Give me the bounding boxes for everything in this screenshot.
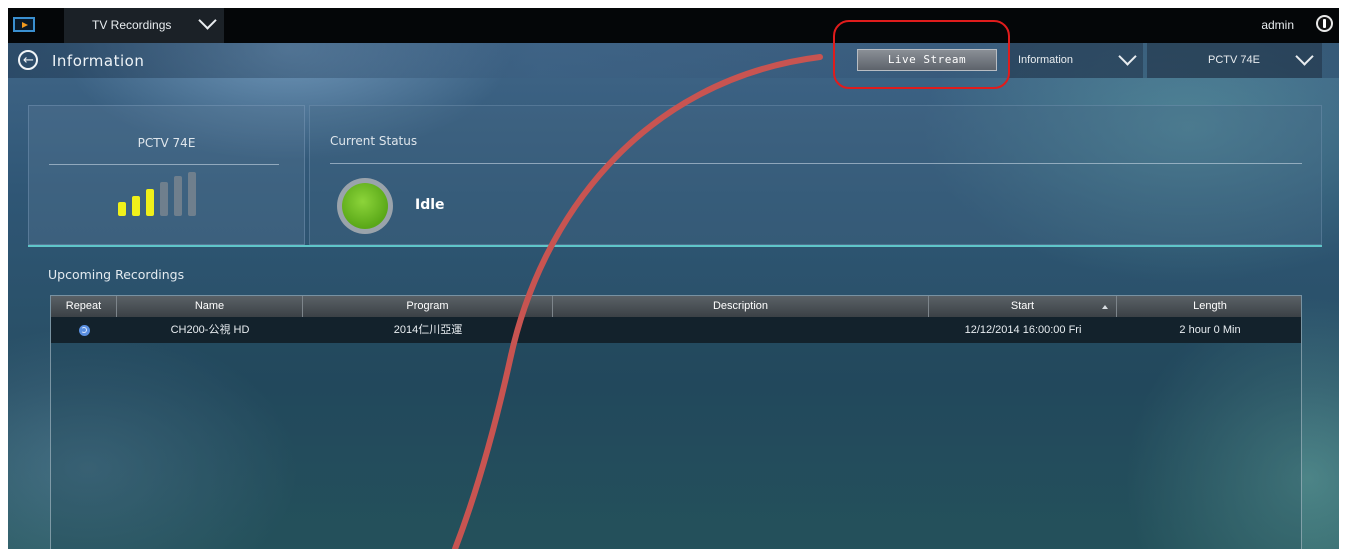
- device-dropdown-label: PCTV 74E: [1208, 54, 1260, 66]
- chevron-down-icon: [198, 11, 217, 30]
- signal-bar: [146, 189, 154, 216]
- column-header-start[interactable]: Start: [929, 296, 1117, 317]
- status-value: Idle: [415, 197, 445, 213]
- user-icon[interactable]: [1316, 15, 1333, 32]
- upcoming-recordings-title: Upcoming Recordings: [48, 267, 185, 282]
- app-switcher-dropdown[interactable]: TV Recordings: [64, 8, 224, 43]
- signal-bar: [118, 202, 126, 216]
- highlight-circle: [833, 20, 1010, 89]
- sort-ascending-icon[interactable]: [1102, 305, 1108, 309]
- user-name[interactable]: admin: [1261, 18, 1294, 32]
- recordings-table: Repeat Name Program Description Start Le…: [50, 295, 1302, 549]
- chevron-down-icon: [1295, 47, 1314, 66]
- column-header-repeat[interactable]: Repeat: [51, 296, 117, 317]
- divider: [49, 164, 279, 165]
- signal-bar: [132, 196, 140, 216]
- description-cell: [553, 317, 929, 343]
- signal-bar: [188, 172, 196, 216]
- repeat-cell: [51, 317, 117, 343]
- column-header-name[interactable]: Name: [117, 296, 303, 317]
- view-dropdown-label: Information: [1018, 54, 1074, 66]
- app-switcher-label: TV Recordings: [92, 18, 172, 32]
- table-header: Repeat Name Program Description Start Le…: [51, 296, 1301, 317]
- status-light: [342, 183, 388, 229]
- app-frame: TV Recordings admin ← Information Inform…: [8, 8, 1339, 549]
- status-label: Current Status: [330, 134, 418, 148]
- column-header-length[interactable]: Length: [1117, 296, 1303, 317]
- section-divider: [28, 245, 1322, 247]
- signal-strength-icon: [118, 168, 218, 216]
- device-name: PCTV 74E: [137, 136, 196, 150]
- program-cell: 2014仁川亞運: [393, 324, 463, 336]
- divider: [330, 163, 1302, 164]
- table-row[interactable]: CH200-公視 HD 2014仁川亞運 12/12/2014 16:00:00…: [51, 317, 1301, 343]
- status-panel: Current Status Idle: [309, 105, 1322, 245]
- page-title: Information: [52, 52, 145, 70]
- device-dropdown[interactable]: PCTV 74E: [1147, 43, 1322, 78]
- column-header-description[interactable]: Description: [553, 296, 929, 317]
- top-bar: TV Recordings admin: [8, 8, 1339, 43]
- name-cell: CH200-公視 HD: [170, 324, 250, 336]
- back-button[interactable]: ←: [18, 50, 38, 70]
- device-panel: PCTV 74E: [28, 105, 305, 245]
- signal-bar: [160, 182, 168, 216]
- chevron-down-icon: [1118, 47, 1137, 66]
- start-cell: 12/12/2014 16:00:00 Fri: [964, 324, 1082, 336]
- view-dropdown[interactable]: Information: [1008, 43, 1143, 78]
- status-indicator-icon: [337, 178, 393, 234]
- column-header-start-label: Start: [1010, 300, 1035, 312]
- column-header-program[interactable]: Program: [303, 296, 553, 317]
- app-logo-icon[interactable]: [13, 17, 35, 32]
- length-cell: 2 hour 0 Min: [1179, 324, 1241, 336]
- back-arrow-icon: ←: [23, 53, 34, 68]
- signal-bar: [174, 176, 182, 216]
- repeat-icon[interactable]: [78, 324, 90, 336]
